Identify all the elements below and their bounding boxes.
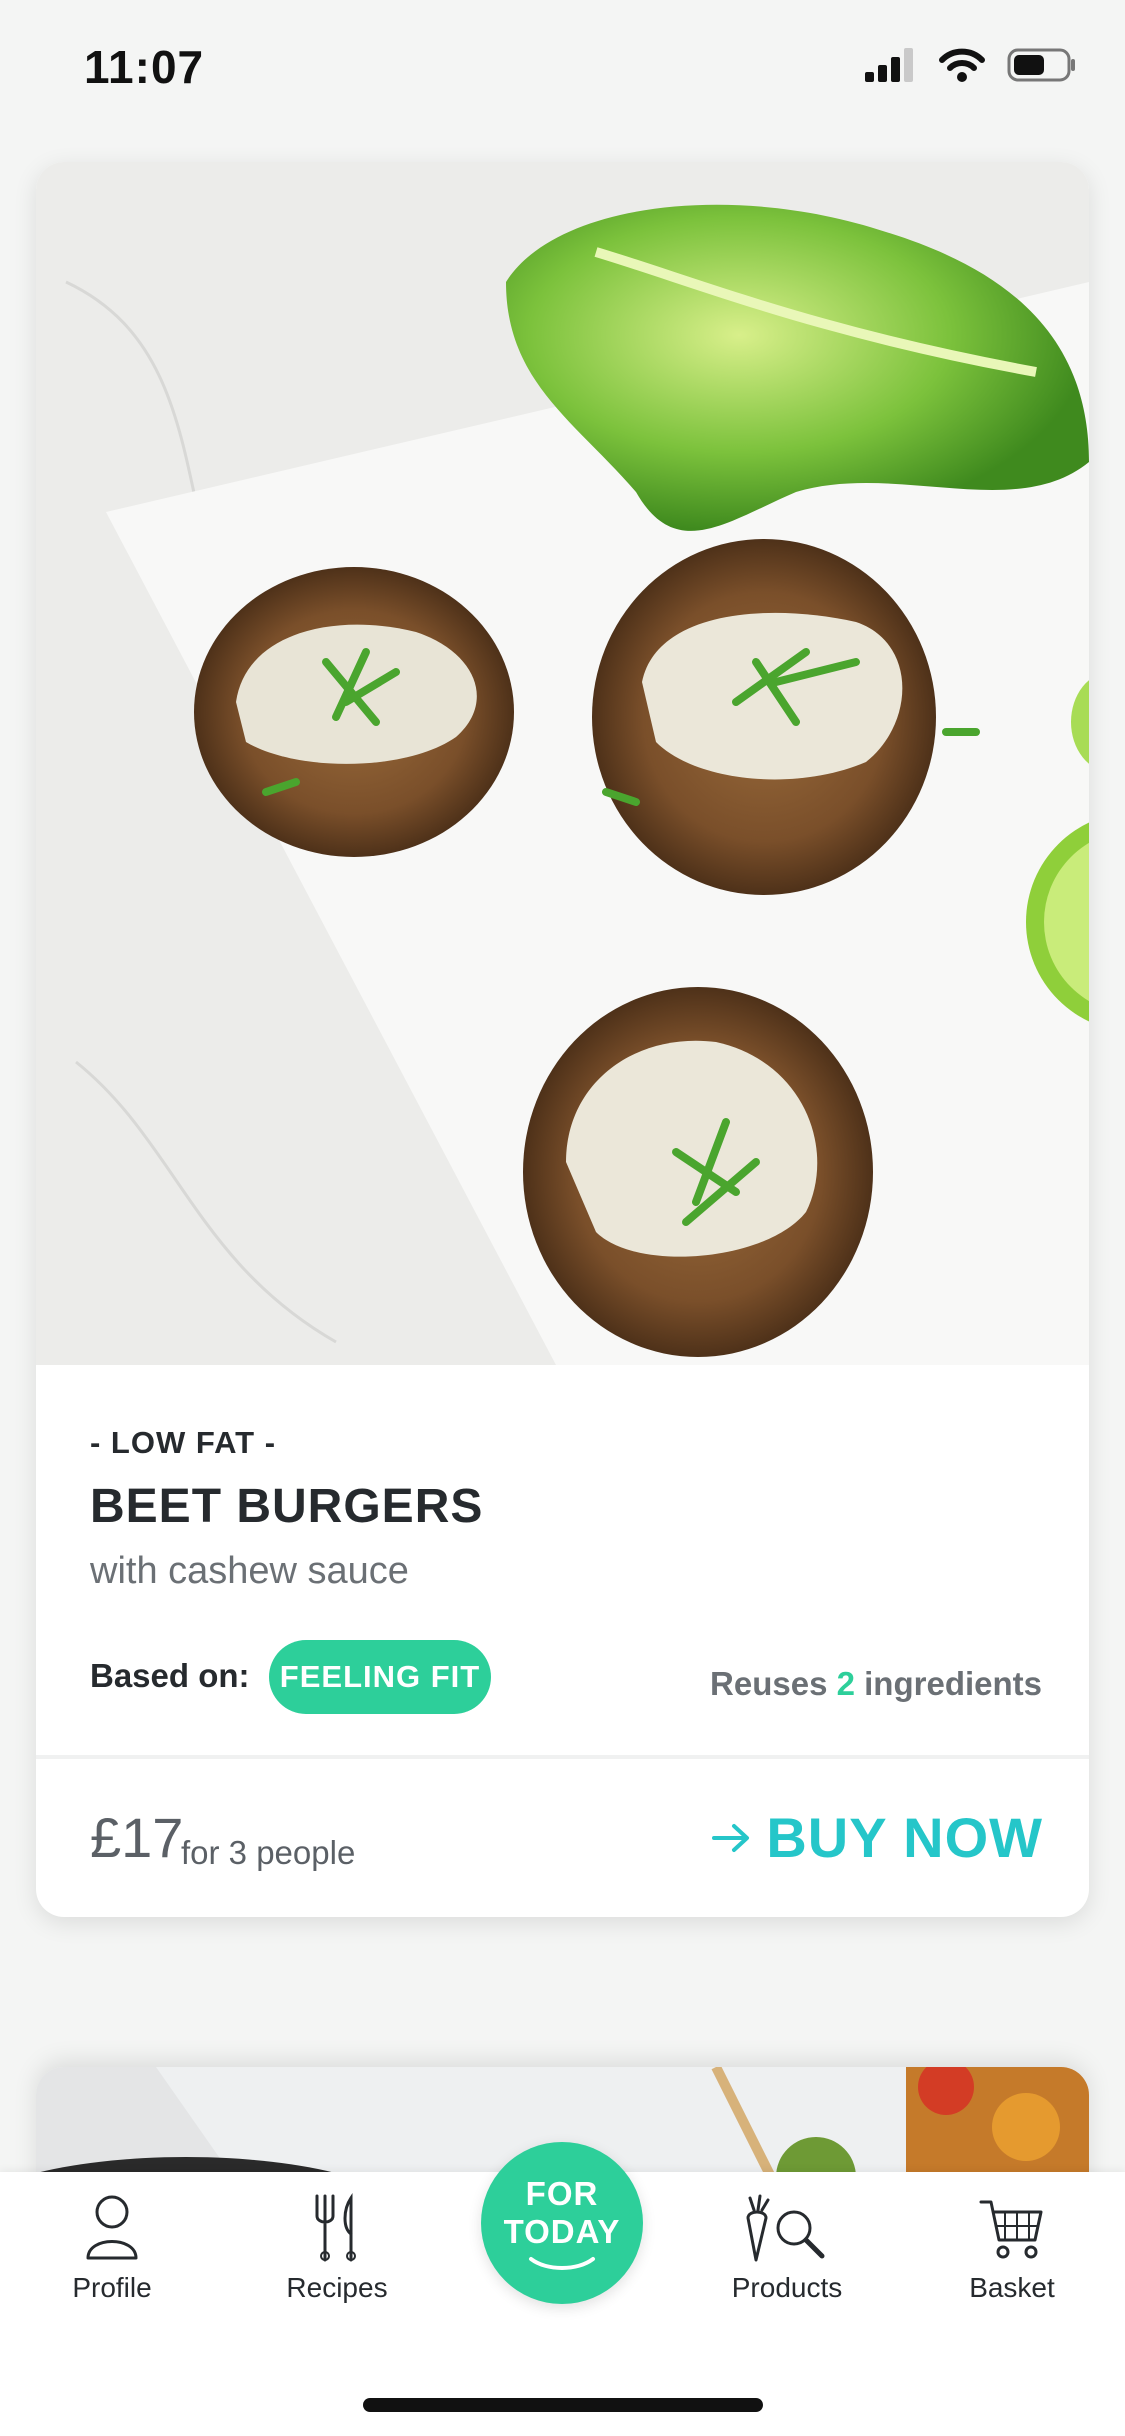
for-today-button[interactable]: FOR TODAY [481,2142,643,2304]
recipe-image [36,162,1089,1365]
person-icon [86,2195,138,2260]
smile-icon [529,2257,595,2270]
wifi-icon [939,48,985,82]
tab-label-products: Products [731,2272,843,2303]
reuses-ingredients: Reuses 2 ingredients [710,1665,1042,1703]
feeling-fit-badge[interactable]: FEELING FIT [269,1640,491,1714]
recipe-card[interactable]: - LOW FAT - BEET BURGERS with cashew sau… [36,162,1089,1917]
fork-knife-icon [315,2193,356,2262]
arrow-right-icon [712,1823,750,1852]
battery-icon [1007,48,1075,82]
recipe-title: BEET BURGERS [90,1480,484,1533]
status-icons [865,48,1077,82]
reuses-prefix: Reuses [710,1665,828,1702]
home-indicator [363,2398,763,2412]
tab-products[interactable]: Products [697,2192,877,2304]
status-bar: 11:07 [0,0,1125,140]
for-today-line1: FOR [525,2175,599,2212]
for-today-line2: TODAY [503,2213,621,2250]
based-on-label: Based on: [90,1657,250,1694]
buy-now-button[interactable]: BUY NOW [712,1805,1043,1870]
recipe-subtitle: with cashew sauce [90,1550,409,1592]
price: £17 [90,1806,184,1869]
carrot-search-icon [746,2194,825,2262]
tab-label-basket: Basket [969,2272,1055,2303]
tab-recipes[interactable]: Recipes [247,2192,427,2304]
recipe-details: - LOW FAT - BEET BURGERS with cashew sau… [36,1365,1089,1917]
reuses-count: 2 [836,1665,855,1702]
servings-text: for 3 people [181,1834,356,1871]
tab-profile[interactable]: Profile [22,2192,202,2304]
cart-icon [979,2200,1043,2259]
reuses-suffix: ingredients [864,1665,1042,1702]
divider [36,1755,1089,1759]
status-time: 11:07 [84,41,205,93]
buy-now-label: BUY NOW [766,1806,1043,1869]
tab-basket[interactable]: Basket [922,2192,1102,2304]
tab-label-recipes: Recipes [286,2272,388,2303]
signal-icon [865,48,913,82]
tab-label-profile: Profile [72,2272,152,2303]
diet-tag: - LOW FAT - [90,1425,277,1460]
